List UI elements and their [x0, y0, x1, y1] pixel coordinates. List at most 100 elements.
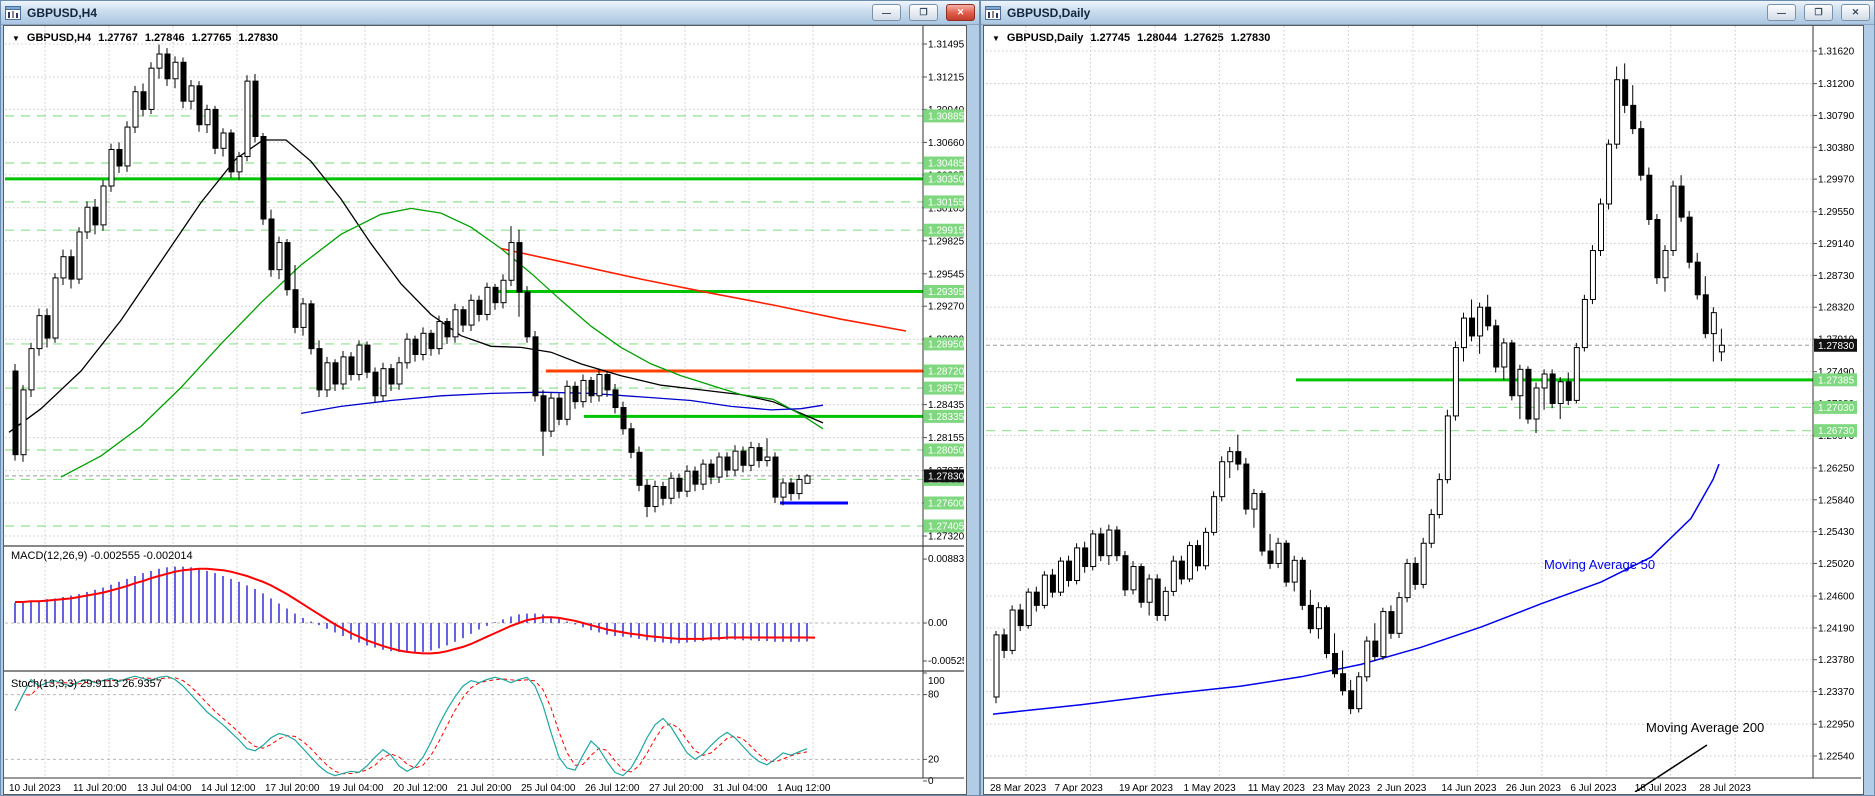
price-tick-label: 1.26250 — [1818, 463, 1855, 474]
time-tick-label: 11 May 2023 — [1248, 783, 1306, 792]
bull-candle — [124, 126, 131, 167]
bull-candle — [1581, 298, 1588, 349]
chart-area-gbpusd-h4[interactable]: ▼ GBPUSD,H4 1.27767 1.27846 1.27765 1.27… — [3, 25, 967, 795]
annotation-text: Moving Average 200 — [1646, 720, 1764, 735]
close-button[interactable]: ✕ — [1841, 4, 1870, 21]
titlebar-gbpusd-daily[interactable]: GBPUSD,Daily — ❐ ✕ — [981, 1, 1874, 25]
close-button[interactable]: ✕ — [946, 4, 975, 21]
bull-candle — [1146, 578, 1153, 603]
bear-candle — [644, 484, 651, 508]
chart-area-gbpusd-daily[interactable]: ▼ GBPUSD,Daily 1.27745 1.28044 1.27625 1… — [983, 25, 1864, 795]
price-badge-label: 1.29915 — [928, 226, 964, 237]
bear-candle — [1702, 294, 1709, 335]
bear-candle — [612, 389, 619, 409]
time-tick-label: 25 Jul 04:00 — [521, 783, 576, 792]
price-badge-label: 1.28950 — [928, 339, 964, 350]
bull-candle — [1460, 317, 1467, 349]
bull-candle — [500, 279, 507, 304]
bull-candle — [236, 156, 243, 173]
price-tick-label: 1.28320 — [1818, 303, 1855, 314]
time-scale[interactable]: 28 Mar 2023 7 Apr 2023 19 Apr 2023 1 May 20… — [984, 777, 1861, 792]
bear-candle — [1307, 604, 1314, 630]
time-scale[interactable]: 10 Jul 2023 11 Jul 20:00 13 Jul 04:00 14 Ju… — [4, 777, 964, 792]
bull-candle — [1517, 368, 1524, 397]
bear-candle — [724, 456, 731, 471]
bull-candle — [148, 67, 155, 110]
bull-candle — [1186, 545, 1193, 580]
time-tick-label: 26 Jul 12:00 — [585, 783, 640, 792]
window-title: GBPUSD,Daily — [1007, 5, 1091, 20]
bear-candle — [588, 379, 595, 397]
bear-candle — [364, 344, 371, 373]
time-tick-label: 23 May 2023 — [1312, 783, 1370, 792]
minimize-button[interactable]: — — [872, 4, 901, 21]
bear-candle — [1178, 560, 1185, 580]
macd-scale-label: 0.00 — [928, 618, 948, 629]
bull-candle — [188, 85, 195, 102]
support-resistance-levels[interactable] — [986, 378, 1813, 432]
bull-candle — [356, 344, 363, 376]
bear-candle — [540, 395, 547, 432]
bear-candle — [1493, 325, 1500, 368]
price-tick-label: 1.27320 — [928, 532, 964, 543]
time-tick-label: 7 Apr 2023 — [1054, 783, 1103, 792]
bear-candle — [308, 303, 315, 350]
bear-candle — [372, 371, 379, 397]
bear-candle — [1686, 216, 1693, 263]
price-scale[interactable]: 1.31620 1.31200 1.30790 1.30380 1.29970 1.295… — [1812, 26, 1857, 778]
bull-candle — [1291, 559, 1298, 583]
bull-candle — [1275, 542, 1282, 564]
trendline-red[interactable] — [500, 247, 907, 332]
bull-candle — [1356, 676, 1363, 710]
bull-candle — [436, 321, 443, 350]
titlebar-gbpusd-h4[interactable]: GBPUSD,H4 — ❐ ✕ — [1, 1, 979, 25]
bear-candle — [1154, 578, 1161, 616]
chart-window-icon — [5, 5, 21, 20]
chart-canvas-gbpusd-h4[interactable]: MACD(12,26,9) -0.002555 -0.002014 0.00883… — [4, 26, 964, 792]
bear-candle — [660, 486, 667, 499]
window-gbpusd-h4[interactable]: GBPUSD,H4 — ❐ ✕ ▼ GBPUSD,H4 1.27767 1.27… — [0, 0, 980, 796]
price-tick-label: 1.29825 — [928, 236, 964, 247]
bull-candle — [993, 634, 1000, 698]
time-tick-label: 19 Apr 2023 — [1119, 783, 1173, 792]
bull-candle — [1589, 250, 1596, 300]
bull-candle — [1170, 560, 1177, 592]
grid — [5, 26, 923, 778]
restore-button[interactable]: ❐ — [1804, 4, 1833, 21]
chart-canvas-gbpusd-daily[interactable]: Moving Average 50 Moving Average 200 1.316… — [984, 26, 1861, 792]
price-badge-label: 1.30885 — [928, 111, 964, 122]
bear-candle — [492, 286, 499, 304]
bear-candle — [524, 291, 531, 338]
bull-candle — [52, 277, 59, 339]
bear-candle — [676, 477, 683, 492]
bear-candle — [1138, 566, 1145, 603]
bull-candle — [1106, 529, 1113, 557]
bear-candle — [708, 463, 715, 478]
bear-candle — [604, 374, 611, 391]
bear-candle — [1469, 317, 1476, 337]
bear-candle — [556, 397, 563, 420]
stoch-scale-label: 20 — [928, 754, 940, 765]
minimize-button[interactable]: — — [1767, 4, 1796, 21]
bull-candle — [804, 475, 811, 484]
bull-candle — [300, 303, 307, 328]
price-tick-label: 1.30380 — [1818, 143, 1855, 154]
price-badge-label: 1.27600 — [928, 499, 964, 510]
time-tick-label: 27 Jul 20:00 — [649, 783, 704, 792]
price-badge-label: 1.28335 — [928, 412, 964, 423]
bull-candle — [1162, 590, 1169, 616]
bull-candle — [468, 299, 475, 326]
restore-button[interactable]: ❐ — [909, 4, 938, 21]
bull-candle — [1718, 344, 1725, 353]
bear-candle — [788, 482, 795, 495]
bear-candle — [1348, 690, 1355, 710]
window-gbpusd-daily[interactable]: GBPUSD,Daily — ❐ ✕ ▼ GBPUSD,Daily 1.2774… — [980, 0, 1875, 796]
bear-candle — [1622, 79, 1629, 106]
bear-candle — [348, 356, 355, 376]
window-title: GBPUSD,H4 — [27, 5, 98, 20]
moving-average-50[interactable] — [992, 463, 1720, 715]
bull-candle — [1533, 387, 1540, 420]
bear-candle — [68, 256, 75, 280]
bull-candle — [84, 206, 91, 233]
price-tick-label: 1.30790 — [1818, 111, 1855, 122]
